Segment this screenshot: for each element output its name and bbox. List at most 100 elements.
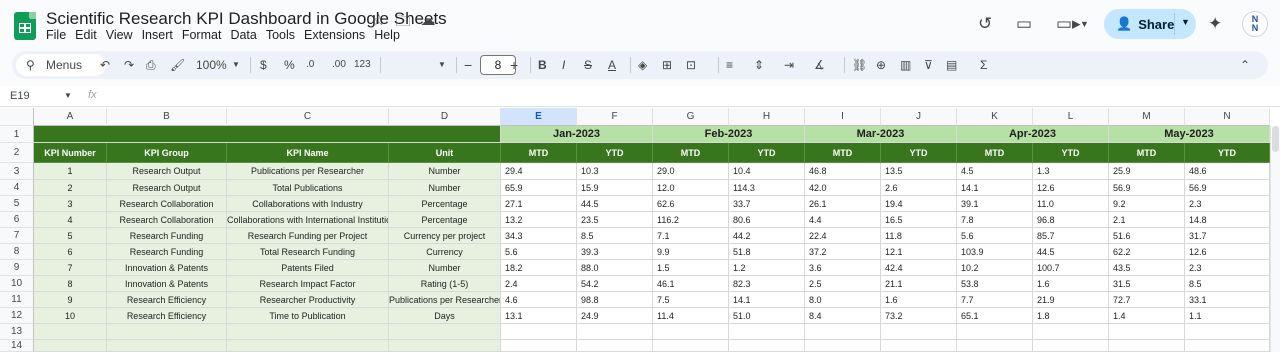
value-cell[interactable]: 1.1	[1185, 308, 1270, 324]
empty-cell[interactable]	[389, 324, 501, 340]
undo-icon[interactable]: ↶	[100, 51, 110, 79]
empty-cell[interactable]	[653, 324, 729, 340]
menu-edit[interactable]: Edit	[75, 28, 104, 42]
value-cell[interactable]: 26.1	[805, 196, 881, 212]
value-cell[interactable]: 27.1	[501, 196, 577, 212]
kpi-number-cell[interactable]: 4	[34, 212, 107, 228]
column-header-d[interactable]: D	[389, 108, 501, 126]
value-cell[interactable]: 51.0	[729, 308, 805, 324]
kpi-group-cell[interactable]: Research Efficiency	[107, 292, 227, 308]
empty-cell[interactable]	[107, 324, 227, 340]
value-cell[interactable]: 14.8	[1185, 212, 1270, 228]
value-cell[interactable]: 11.0	[1033, 196, 1109, 212]
value-cell[interactable]: 4.4	[805, 212, 881, 228]
empty-cell[interactable]	[881, 324, 957, 340]
value-cell[interactable]: 1.8	[1033, 308, 1109, 324]
value-cell[interactable]: 2.5	[805, 276, 881, 292]
vertical-align-icon[interactable]: ⇕	[754, 51, 764, 79]
empty-cell[interactable]	[389, 340, 501, 352]
value-cell[interactable]: 31.7	[1185, 228, 1270, 244]
value-cell[interactable]: 12.6	[1033, 180, 1109, 196]
value-cell[interactable]: 42.4	[881, 260, 957, 276]
value-cell[interactable]: 19.4	[881, 196, 957, 212]
insert-comment-icon[interactable]: ⊕	[876, 51, 886, 79]
unit-cell[interactable]: Number	[389, 163, 501, 180]
column-header-j[interactable]: J	[881, 108, 957, 126]
value-cell[interactable]: 46.1	[653, 276, 729, 292]
empty-cell[interactable]	[1109, 324, 1185, 340]
kpi-group-cell[interactable]: Research Funding	[107, 244, 227, 260]
menu-extensions[interactable]: Extensions	[304, 28, 372, 42]
value-cell[interactable]: 10.4	[729, 163, 805, 180]
increase-decimal-button[interactable]: .00	[332, 51, 346, 79]
value-cell[interactable]: 16.5	[881, 212, 957, 228]
row-header-2[interactable]: 2	[0, 143, 34, 163]
value-cell[interactable]: 85.7	[1033, 228, 1109, 244]
value-cell[interactable]: 29.0	[653, 163, 729, 180]
value-cell[interactable]: 98.8	[577, 292, 653, 308]
empty-cell[interactable]	[729, 324, 805, 340]
row-header-8[interactable]: 8	[0, 244, 34, 260]
value-cell[interactable]: 10.2	[957, 260, 1033, 276]
strikethrough-icon[interactable]: S	[584, 51, 592, 79]
value-cell[interactable]: 7.8	[957, 212, 1033, 228]
value-cell[interactable]: 39.3	[577, 244, 653, 260]
currency-format-button[interactable]: $	[260, 51, 267, 79]
value-cell[interactable]: 2.4	[501, 276, 577, 292]
kpi-name-cell[interactable]: Research Funding per Project	[227, 228, 389, 244]
empty-cell[interactable]	[227, 340, 389, 352]
value-cell[interactable]: 1.3	[1033, 163, 1109, 180]
collapse-toolbar-icon[interactable]: ⌃	[1240, 51, 1250, 79]
menu-format[interactable]: Format	[182, 28, 229, 42]
name-box[interactable]: E19	[10, 90, 30, 102]
row-header-14[interactable]: 14	[0, 340, 34, 352]
fill-color-icon[interactable]: ◈	[638, 51, 647, 79]
empty-cell[interactable]	[1109, 340, 1185, 352]
value-cell[interactable]: 42.0	[805, 180, 881, 196]
kpi-number-cell[interactable]: 2	[34, 180, 107, 196]
value-cell[interactable]: 48.6	[1185, 163, 1270, 180]
column-header-f[interactable]: F	[577, 108, 653, 126]
empty-cell[interactable]	[1033, 324, 1109, 340]
empty-cell[interactable]	[577, 324, 653, 340]
empty-cell[interactable]	[805, 324, 881, 340]
empty-cell[interactable]	[577, 340, 653, 352]
kpi-number-cell[interactable]: 10	[34, 308, 107, 324]
search-menus-input[interactable]: ⚲ Menus	[16, 54, 106, 76]
kpi-number-cell[interactable]: 1	[34, 163, 107, 180]
value-cell[interactable]: 22.4	[805, 228, 881, 244]
value-cell[interactable]: 13.5	[881, 163, 957, 180]
value-cell[interactable]: 25.9	[1109, 163, 1185, 180]
value-cell[interactable]: 13.1	[501, 308, 577, 324]
kpi-group-cell[interactable]: Innovation & Patents	[107, 276, 227, 292]
value-cell[interactable]: 116.2	[653, 212, 729, 228]
value-cell[interactable]: 33.1	[1185, 292, 1270, 308]
empty-cell[interactable]	[501, 324, 577, 340]
value-cell[interactable]: 51.6	[1109, 228, 1185, 244]
kpi-group-cell[interactable]: Research Collaboration	[107, 196, 227, 212]
value-cell[interactable]: 2.1	[1109, 212, 1185, 228]
empty-cell[interactable]	[653, 340, 729, 352]
value-cell[interactable]: 11.4	[653, 308, 729, 324]
value-cell[interactable]: 24.9	[577, 308, 653, 324]
kpi-number-cell[interactable]: 7	[34, 260, 107, 276]
value-cell[interactable]: 23.5	[577, 212, 653, 228]
empty-cell[interactable]	[881, 340, 957, 352]
italic-icon[interactable]: I	[562, 51, 565, 79]
spreadsheet-grid[interactable]: A B C D E F G H I J K L M N 1 2 3 4 5 6 7 8 9 10 11 12 13 14 Jan-202…	[0, 108, 1280, 352]
value-cell[interactable]: 37.2	[805, 244, 881, 260]
row-header-10[interactable]: 10	[0, 276, 34, 292]
kpi-group-cell[interactable]: Research Output	[107, 180, 227, 196]
kpi-number-cell[interactable]: 5	[34, 228, 107, 244]
value-cell[interactable]: 21.1	[881, 276, 957, 292]
kpi-name-cell[interactable]: Publications per Researcher	[227, 163, 389, 180]
value-cell[interactable]: 4.5	[957, 163, 1033, 180]
horizontal-align-icon[interactable]: ≡	[726, 51, 733, 79]
cloud-status-icon[interactable]: ☁	[420, 11, 435, 36]
menu-file[interactable]: File	[46, 28, 73, 42]
value-cell[interactable]: 1.2	[729, 260, 805, 276]
share-button[interactable]: 👤 Share ▼	[1104, 9, 1196, 39]
kpi-name-cell[interactable]: Total Publications	[227, 180, 389, 196]
zoom-select[interactable]: 100%	[196, 51, 227, 79]
font-size-decrease-icon[interactable]: −	[464, 51, 472, 79]
